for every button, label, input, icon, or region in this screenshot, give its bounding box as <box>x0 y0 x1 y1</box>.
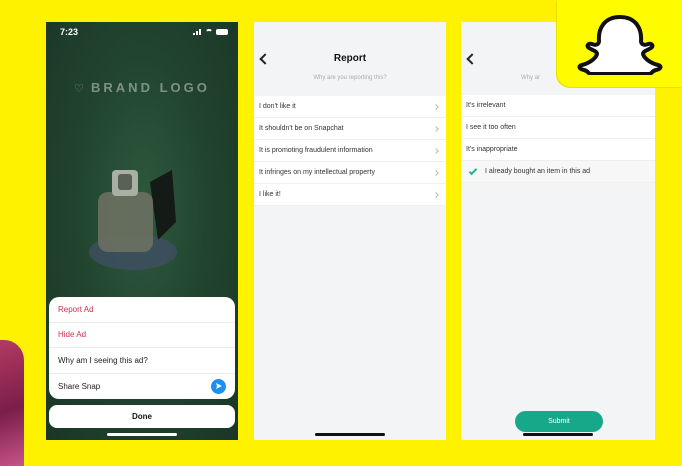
reason-option[interactable]: It's inappropriate <box>461 139 655 161</box>
why-seeing-ad-label: Why am I seeing this ad? <box>58 355 148 365</box>
signal-icon <box>193 29 202 35</box>
home-indicator <box>107 433 177 436</box>
submit-button[interactable]: Submit <box>515 411 603 432</box>
reason-option-label: It's inappropriate <box>466 146 518 153</box>
brand-logo: ♡ BRAND LOGO <box>46 80 238 95</box>
report-screen: Report Why are you reporting this? I don… <box>254 22 446 440</box>
status-icons <box>193 29 228 35</box>
report-option-label: It infringes on my intellectual property <box>259 169 375 176</box>
reason-option[interactable]: I see it too often <box>461 117 655 139</box>
wifi-icon <box>205 29 213 35</box>
share-icon <box>211 378 226 394</box>
report-option[interactable]: It infringes on my intellectual property <box>254 162 446 184</box>
status-time: 7:23 <box>60 27 79 37</box>
chevron-right-icon <box>433 169 439 176</box>
reason-option-label: It's irrelevant <box>466 102 506 109</box>
reason-option-label: I see it too often <box>466 124 516 131</box>
report-subtitle: Why are you reporting this? <box>313 75 387 81</box>
check-icon <box>468 166 478 175</box>
report-title: Report <box>333 53 367 64</box>
report-option-label: It shouldn't be on Snapchat <box>259 125 344 132</box>
chevron-right-icon <box>433 103 439 110</box>
report-option-label: I like it! <box>259 191 281 198</box>
snapchat-logo <box>557 0 682 87</box>
report-option[interactable]: It shouldn't be on Snapchat <box>254 118 446 140</box>
hide-ad-button[interactable]: Hide Ad <box>49 323 235 348</box>
product-bottle-image <box>89 170 177 270</box>
report-header: Report Why are you reporting this? <box>254 22 446 90</box>
share-snap-label: Share Snap <box>58 381 101 391</box>
battery-icon <box>216 29 228 35</box>
status-bar: 7:23 <box>46 22 238 42</box>
ad-options-sheet: Report Ad Hide Ad Why am I seeing this a… <box>49 297 235 399</box>
snapchat-ghost-icon <box>577 14 662 75</box>
home-indicator <box>523 433 593 436</box>
chevron-right-icon <box>433 147 439 154</box>
heart-icon: ♡ <box>74 83 88 95</box>
brand-logo-text: BRAND LOGO <box>91 80 210 95</box>
hide-ad-label: Hide Ad <box>58 330 87 340</box>
home-indicator <box>315 433 385 436</box>
reason-option-selected[interactable]: I already bought an item in this ad <box>461 161 655 183</box>
report-option[interactable]: I don't like it <box>254 96 446 118</box>
decorative-swoosh <box>0 340 24 466</box>
reason-option-list: It's irrelevant I see it too often It's … <box>461 95 655 183</box>
ad-screen: 7:23 ♡ BRAND LOGO Report Ad Hide Ad Why a… <box>46 22 238 440</box>
report-option-label: I don't like it <box>259 103 296 110</box>
why-seeing-ad-button[interactable]: Why am I seeing this ad? <box>49 348 235 374</box>
report-ad-button[interactable]: Report Ad <box>49 297 235 323</box>
report-option[interactable]: It is promoting fraudulent information <box>254 140 446 162</box>
reason-option-label: I already bought an item in this ad <box>485 168 591 175</box>
back-icon[interactable] <box>466 53 478 65</box>
report-ad-label: Report Ad <box>58 304 94 314</box>
reason-option[interactable]: It's irrelevant <box>461 95 655 117</box>
report-option-list: I don't like it It shouldn't be on Snapc… <box>254 96 446 206</box>
share-snap-button[interactable]: Share Snap <box>49 374 235 400</box>
reason-option-content: I already bought an item in this ad <box>466 166 591 175</box>
chevron-right-icon <box>433 125 439 132</box>
report-option-label: It is promoting fraudulent information <box>259 147 373 154</box>
chevron-right-icon <box>433 191 439 198</box>
report-option[interactable]: I like it! <box>254 184 446 206</box>
done-button[interactable]: Done <box>49 405 235 428</box>
